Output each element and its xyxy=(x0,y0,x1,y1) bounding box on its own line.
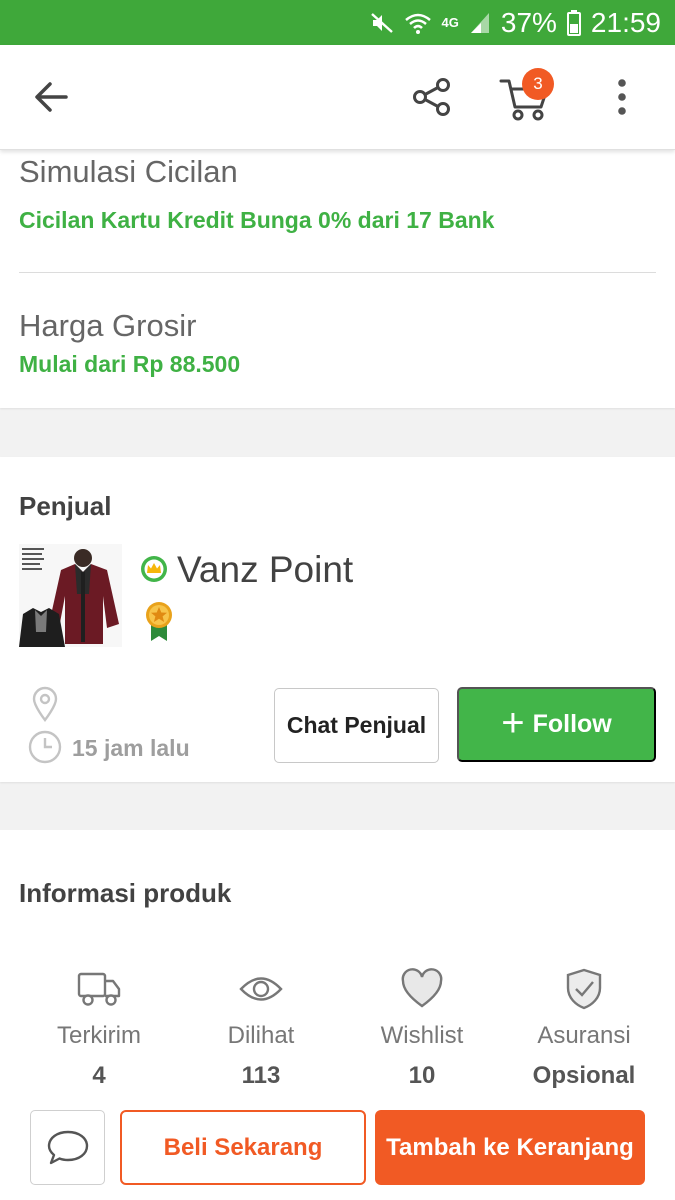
shop-name[interactable]: Vanz Point xyxy=(177,549,353,591)
installment-title[interactable]: Simulasi Cicilan xyxy=(19,154,238,190)
stat-value: 10 xyxy=(408,1062,436,1089)
shield-check-icon xyxy=(566,968,602,1010)
divider xyxy=(19,272,656,273)
app-bar xyxy=(0,45,675,150)
battery-percent: 37% xyxy=(500,6,557,38)
eye-icon xyxy=(239,977,283,1001)
stat-value: Opsional xyxy=(532,1062,636,1089)
status-bar: 4G 37% 21:59 xyxy=(0,0,675,45)
network-type: 4G xyxy=(441,15,459,30)
stat-viewed: Dilihat 113 xyxy=(180,968,342,1090)
stat-insurance: Asuransi Opsional xyxy=(503,968,665,1090)
wholesale-title[interactable]: Harga Grosir xyxy=(19,308,196,344)
stat-label: Wishlist xyxy=(380,1022,464,1049)
wifi-icon xyxy=(404,13,431,34)
stat-label: Terkirim xyxy=(57,1022,141,1049)
back-arrow-icon[interactable] xyxy=(30,75,74,119)
more-vert-icon[interactable] xyxy=(608,75,636,119)
reputation-medal-icon xyxy=(146,602,172,641)
gold-merchant-badge-icon xyxy=(141,556,167,582)
clock-time: 21:59 xyxy=(590,6,661,38)
add-to-cart-button[interactable]: Tambah ke Keranjang xyxy=(375,1110,645,1185)
pricing-card: Simulasi Cicilan Cicilan Kartu Kredit Bu… xyxy=(0,150,675,408)
mute-icon xyxy=(370,12,393,33)
follow-label: Follow xyxy=(532,710,612,738)
truck-icon xyxy=(77,972,121,1006)
seller-section-title: Penjual xyxy=(19,491,112,521)
stat-shipped: Terkirim 4 xyxy=(18,968,180,1090)
cart-count-badge: 3 xyxy=(522,68,554,100)
seller-card: Penjual Vanz Point 15 jam lalu Chat Penj… xyxy=(0,457,675,782)
wholesale-subtitle[interactable]: Mulai dari Rp 88.500 xyxy=(19,351,240,378)
message-button[interactable] xyxy=(30,1110,105,1185)
follow-button[interactable]: + Follow xyxy=(457,687,656,762)
shop-avatar[interactable] xyxy=(19,544,122,647)
stat-label: Dilihat xyxy=(227,1022,295,1049)
stat-label: Asuransi xyxy=(537,1022,631,1049)
stat-value: 113 xyxy=(241,1062,281,1089)
chat-seller-button[interactable]: Chat Penjual xyxy=(274,688,439,763)
seller-last-online: 15 jam lalu xyxy=(72,735,190,761)
heart-icon xyxy=(401,968,443,1008)
buy-now-button[interactable]: Beli Sekarang xyxy=(120,1110,366,1185)
location-pin-icon xyxy=(32,686,58,722)
stat-wishlist: Wishlist 10 xyxy=(341,968,503,1090)
product-info-title: Informasi produk xyxy=(19,878,232,908)
plus-icon: + xyxy=(501,700,525,745)
clock-icon xyxy=(28,730,62,764)
installment-subtitle[interactable]: Cicilan Kartu Kredit Bunga 0% dari 17 Ba… xyxy=(19,207,494,234)
share-icon[interactable] xyxy=(410,75,454,119)
stat-value: 4 xyxy=(92,1062,106,1089)
chat-bubble-icon xyxy=(47,1130,88,1164)
bottom-action-bar: Beli Sekarang Tambah ke Keranjang xyxy=(0,1098,675,1200)
signal-icon xyxy=(470,12,489,33)
battery-icon xyxy=(566,9,581,36)
